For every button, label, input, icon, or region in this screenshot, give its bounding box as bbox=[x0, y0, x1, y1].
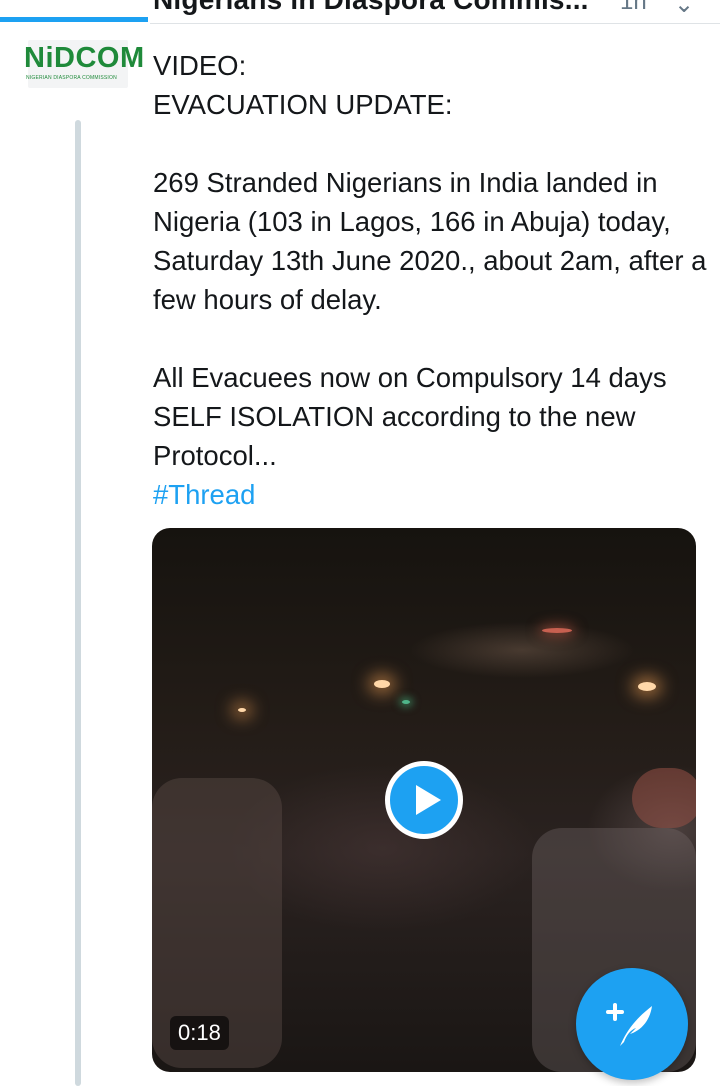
active-tab-indicator bbox=[0, 17, 148, 22]
tweet-paragraph-isolation: All Evacuees now on Compulsory 14 days S… bbox=[153, 362, 667, 471]
video-duration-badge: 0:18 bbox=[170, 1016, 229, 1050]
nidcom-logo-text: NiDCOM bbox=[24, 42, 145, 74]
compose-tweet-button[interactable] bbox=[576, 968, 688, 1080]
author-name[interactable]: Nigerians in Diaspora Commis... bbox=[153, 0, 589, 16]
tweet-line-evacuation-update: EVACUATION UPDATE: bbox=[153, 89, 453, 120]
avatar[interactable]: NiDCOM NIGERIAN DIASPORA COMMISSION bbox=[22, 36, 144, 92]
cabin-light bbox=[238, 708, 246, 712]
tweet-paragraph-landing: 269 Stranded Nigerians in India landed i… bbox=[153, 167, 707, 315]
cabin-light bbox=[638, 682, 656, 691]
compose-tweet-icon bbox=[606, 1003, 652, 1046]
cabin-light bbox=[542, 628, 572, 633]
cabin-light bbox=[374, 680, 390, 688]
video-scene-shape bbox=[632, 768, 696, 828]
nidcom-logo-subtext: NIGERIAN DIASPORA COMMISSION bbox=[26, 75, 117, 81]
tweet-body: VIDEO: EVACUATION UPDATE: 269 Stranded N… bbox=[153, 46, 713, 514]
thread-connector-line bbox=[75, 120, 81, 1086]
hashtag-link[interactable]: #Thread bbox=[153, 479, 255, 510]
exit-sign-light bbox=[402, 700, 410, 704]
header-divider bbox=[150, 23, 720, 24]
tweet-timestamp: 1h bbox=[620, 0, 647, 15]
play-button[interactable] bbox=[385, 761, 463, 839]
tweet-line-video: VIDEO: bbox=[153, 50, 247, 81]
chevron-down-icon[interactable]: ⌄ bbox=[674, 0, 694, 19]
play-icon bbox=[416, 785, 441, 815]
